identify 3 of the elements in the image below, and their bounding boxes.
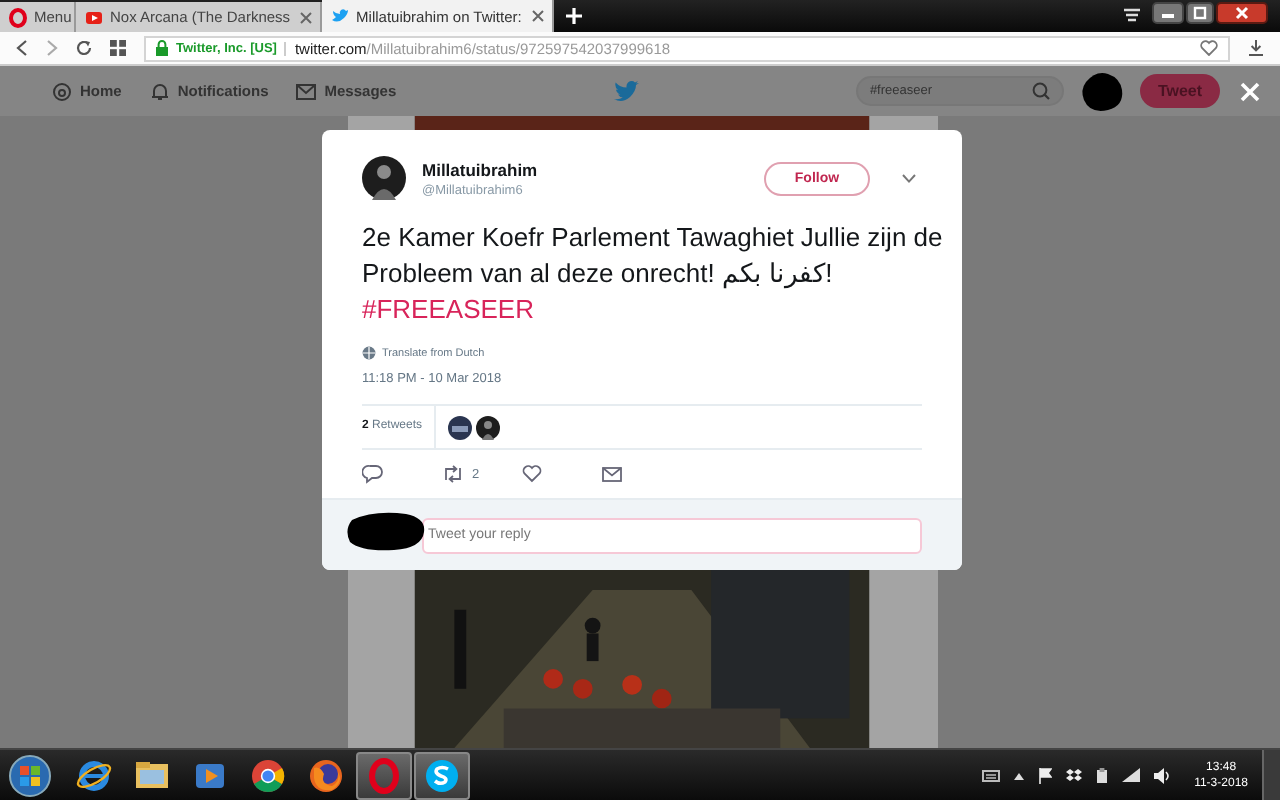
user-name[interactable]: Millatuibrahim	[422, 159, 538, 179]
hashtag-link[interactable]: #FREEASEER	[362, 294, 534, 324]
tweet-text: 2e Kamer Koefr Parlement Tawaghiet Jullie zijn de Probleem van al deze onrecht! كفرنا بكم!	[362, 222, 943, 288]
